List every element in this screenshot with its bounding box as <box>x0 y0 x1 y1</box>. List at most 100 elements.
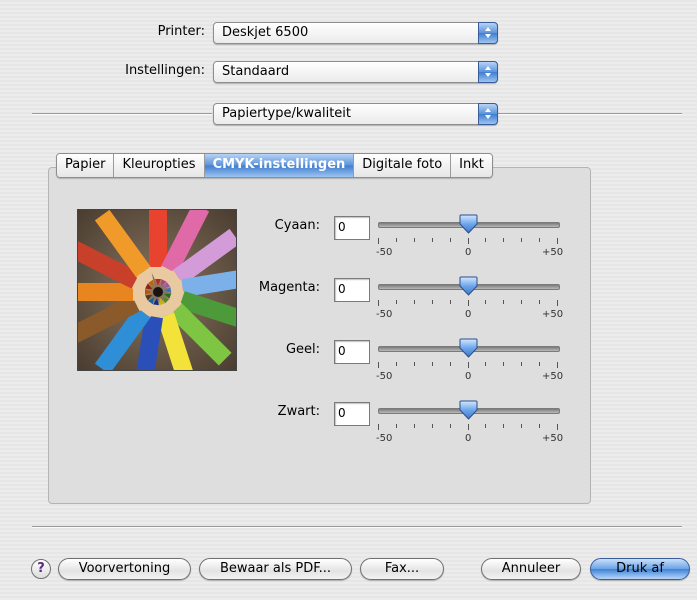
slider-tick <box>450 300 451 304</box>
slider-tick <box>396 300 397 304</box>
slider-max-label: +50 <box>542 371 564 382</box>
slider-tick <box>539 238 540 242</box>
slider-tick <box>557 300 558 306</box>
slider-tick <box>539 424 540 428</box>
slider-tick <box>414 362 415 366</box>
tab-cmyk-instellingen[interactable]: CMYK-instellingen <box>203 154 354 177</box>
slider-max-label: +50 <box>542 247 564 258</box>
tab-papier[interactable]: Papier <box>57 154 114 177</box>
slider-tick <box>485 238 486 242</box>
popup-arrows-icon <box>478 22 498 44</box>
slider-tick <box>432 300 433 304</box>
help-icon[interactable]: ? <box>31 559 51 579</box>
cancel-button[interactable]: Annuleer <box>481 558 581 580</box>
slider-ticks <box>378 362 558 368</box>
bottom-separator <box>32 526 682 528</box>
slider-tick <box>468 300 469 306</box>
slider-tick <box>503 238 504 242</box>
slider-tick <box>378 300 379 306</box>
slider-tick <box>450 424 451 428</box>
slider-tick <box>414 300 415 304</box>
slider-tick <box>521 300 522 304</box>
slider-min-label: -50 <box>376 433 393 444</box>
slider-label: Zwart: <box>277 404 320 419</box>
separator-left <box>32 113 212 115</box>
slider-tick <box>432 424 433 428</box>
preview-button[interactable]: Voorvertoning <box>58 558 191 580</box>
slider-tick <box>414 424 415 428</box>
printer-popup[interactable]: Deskjet 6500 <box>213 22 498 44</box>
slider-tick <box>414 238 415 242</box>
slider-ticks <box>378 424 558 430</box>
slider-max-label: +50 <box>542 309 564 320</box>
slider-thumb-icon[interactable] <box>459 276 478 296</box>
print-dialog: { "printer": {"label": "Printer:", "valu… <box>0 0 697 600</box>
slider-tick <box>557 362 558 368</box>
slider-tick <box>378 424 379 430</box>
slider-tick <box>450 362 451 366</box>
save-as-pdf-button[interactable]: Bewaar als PDF... <box>199 558 352 580</box>
slider-mid-label: 0 <box>465 309 472 320</box>
slider-tick <box>485 362 486 366</box>
slider-tick <box>468 362 469 368</box>
slider-thumb-icon[interactable] <box>459 400 478 420</box>
slider-tick <box>557 238 558 244</box>
slider-thumb-icon[interactable] <box>459 338 478 358</box>
slider-min-label: -50 <box>376 247 393 258</box>
slider-tick <box>432 362 433 366</box>
slider-min-label: -50 <box>376 309 393 320</box>
slider-tick <box>503 424 504 428</box>
slider-tick <box>396 362 397 366</box>
slider-tick <box>396 424 397 428</box>
slider-tick <box>521 424 522 428</box>
slider-label: Magenta: <box>258 280 320 295</box>
slider-tick <box>378 238 379 244</box>
print-button[interactable]: Druk af <box>590 558 690 580</box>
slider-value-input[interactable]: 0 <box>334 340 370 364</box>
slider-mid-label: 0 <box>465 433 472 444</box>
slider-tick <box>503 300 504 304</box>
slider-tick <box>485 424 486 428</box>
slider-tick <box>432 238 433 242</box>
colored-pencils-image <box>78 210 236 370</box>
slider-tick <box>450 238 451 242</box>
slider-value-input[interactable]: 0 <box>334 216 370 240</box>
slider-tick <box>521 238 522 242</box>
slider-tick <box>539 362 540 366</box>
separator-right <box>497 113 682 115</box>
pane-popup-value: Papiertype/kwaliteit <box>222 106 352 121</box>
slider-mid-label: 0 <box>465 371 472 382</box>
tab-inkt[interactable]: Inkt <box>450 154 492 177</box>
slider-ticks <box>378 238 558 244</box>
slider-tick <box>468 238 469 244</box>
slider-tick <box>396 238 397 242</box>
slider-tick <box>378 362 379 368</box>
slider-thumb-icon[interactable] <box>459 214 478 234</box>
pane-popup[interactable]: Papiertype/kwaliteit <box>213 103 498 125</box>
tab-bar: Papier Kleuropties CMYK-instellingen Dig… <box>56 153 493 178</box>
slider-mid-label: 0 <box>465 247 472 258</box>
slider-label: Geel: <box>285 342 320 357</box>
slider-min-label: -50 <box>376 371 393 382</box>
slider-tick <box>485 300 486 304</box>
slider-tick <box>503 362 504 366</box>
settings-popup-value: Standaard <box>222 64 290 79</box>
slider-max-label: +50 <box>542 433 564 444</box>
fax-button[interactable]: Fax... <box>360 558 444 580</box>
printer-popup-value: Deskjet 6500 <box>222 25 309 40</box>
slider-label: Cyaan: <box>274 218 320 233</box>
slider-tick <box>557 424 558 430</box>
slider-tick <box>468 424 469 430</box>
popup-arrows-icon <box>478 61 498 83</box>
slider-tick <box>521 362 522 366</box>
popup-arrows-icon <box>478 103 498 125</box>
slider-ticks <box>378 300 558 306</box>
settings-label: Instellingen: <box>125 63 205 78</box>
tab-kleuropties[interactable]: Kleuropties <box>113 154 204 177</box>
slider-value-input[interactable]: 0 <box>334 402 370 426</box>
preview-image <box>77 209 237 371</box>
slider-value-input[interactable]: 0 <box>334 278 370 302</box>
tab-digitale-foto[interactable]: Digitale foto <box>353 154 451 177</box>
settings-popup[interactable]: Standaard <box>213 61 498 83</box>
slider-tick <box>539 300 540 304</box>
